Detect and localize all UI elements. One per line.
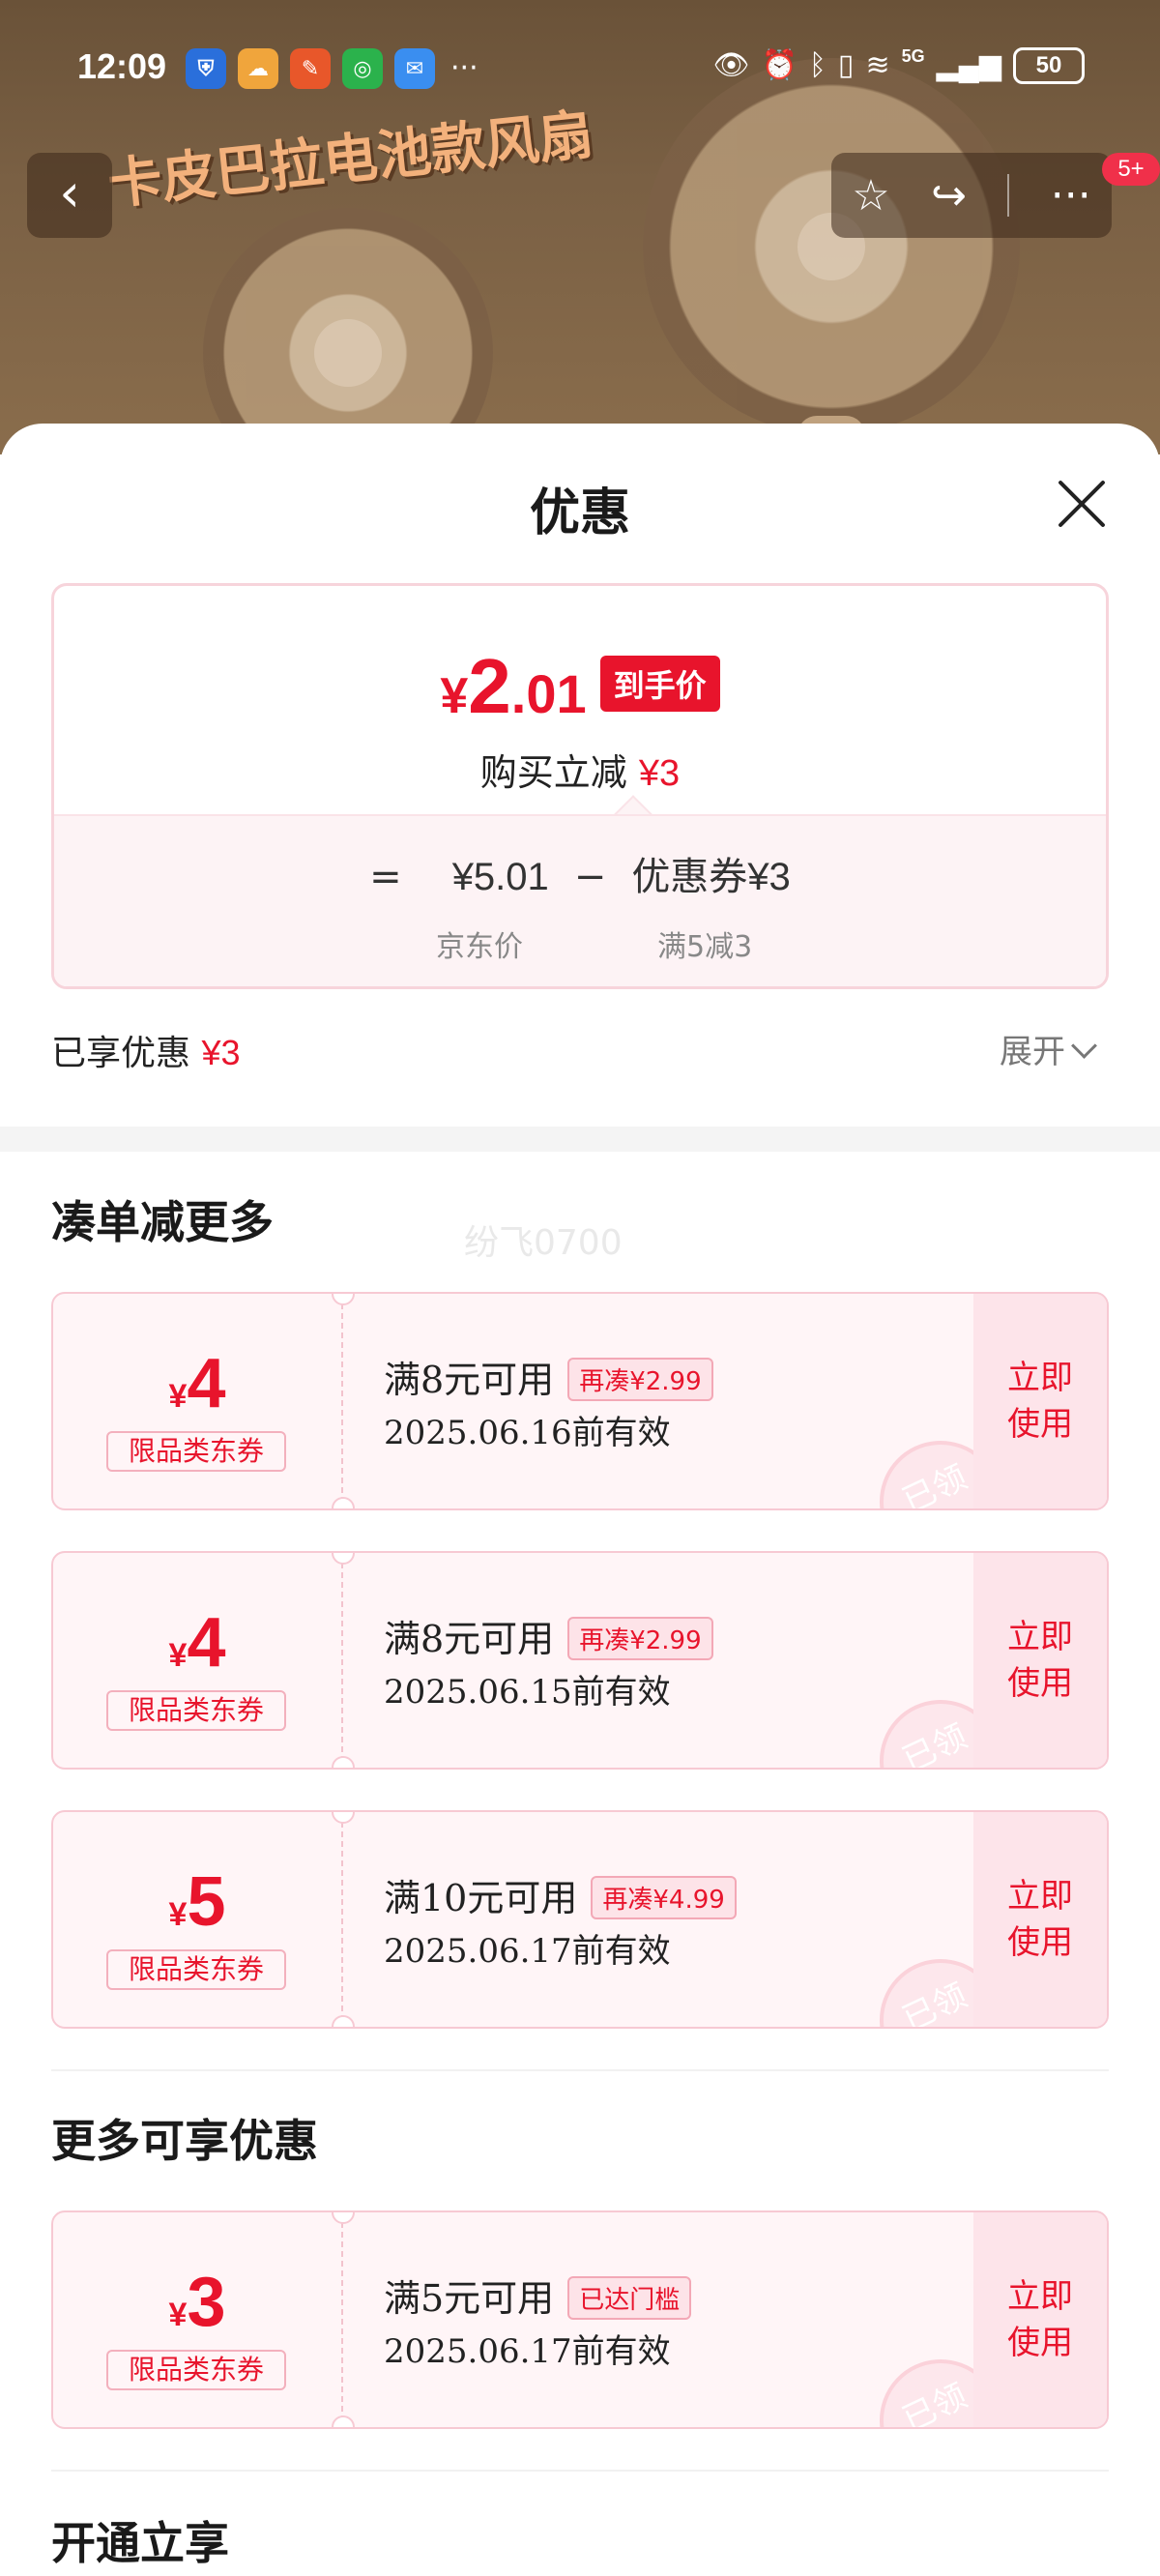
- more-menu-icon[interactable]: ···: [1051, 171, 1091, 220]
- section-title-combine: 凑单减更多: [51, 1196, 274, 1248]
- reader-app-icon: ✎: [290, 48, 331, 89]
- coupon-type: 限品类东券: [106, 1431, 286, 1472]
- use-now-button[interactable]: 立即 使用: [973, 2212, 1107, 2427]
- more-notifications-icon: ···: [450, 51, 478, 85]
- coupon-card: ¥3 限品类东券 满5元可用 已达门槛 2025.06.17前有效 已领 立即 使用: [51, 2210, 1109, 2429]
- section-separator: [0, 1127, 1160, 1152]
- use-now-button[interactable]: 立即 使用: [973, 1553, 1107, 1768]
- alarm-icon: ⏰: [761, 49, 798, 81]
- coupon-condition: 满10元可用 再凑¥4.99: [384, 1868, 737, 1923]
- divider: [51, 2470, 1109, 2472]
- coupon-expiry: 2025.06.17前有效: [384, 2332, 671, 2371]
- eye-icon: 👁: [712, 49, 750, 81]
- status-bar: 12:09 ⛨ ☁ ✎ ◎ ✉ ··· 👁 ⏰ ᛒ ▯ ≋ 5G ▂▄▆ 50: [0, 0, 1160, 89]
- coupon-condition: 满8元可用 再凑¥2.99: [384, 1350, 713, 1405]
- close-icon[interactable]: [1054, 476, 1110, 532]
- coupon-type: 限品类东券: [106, 1690, 286, 1731]
- price-breakdown-card: ¥2.01 到手价 购买立减 ¥3 = ¥5.01− 优惠券¥3 京东价 满5减3: [51, 583, 1109, 989]
- coupon-tag: 再凑¥4.99: [591, 1876, 737, 1919]
- final-price-area: ¥2.01 到手价 购买立减 ¥3: [54, 586, 1106, 814]
- network-type: 5G: [901, 45, 925, 66]
- price-formula: = ¥5.01− 优惠券¥3: [369, 855, 791, 899]
- message-badge: 5+: [1102, 153, 1160, 186]
- chat-app-icon: ✉: [394, 48, 435, 89]
- use-now-button[interactable]: 立即 使用: [973, 1812, 1107, 2027]
- coupon-expiry: 2025.06.15前有效: [384, 1673, 671, 1712]
- base-price: ¥5.01: [451, 856, 549, 898]
- coupon-rule: 满5减3: [657, 930, 753, 964]
- discount-sheet: 优惠 ¥2.01 到手价 购买立减 ¥3 = ¥5.01− 优惠券¥3 京东价 满5减…: [0, 424, 1160, 2576]
- promo-title: 卡皮巴拉电池款风扇: [104, 102, 596, 218]
- final-price: ¥2.01: [440, 643, 587, 729]
- mobile-app-icon: ◎: [342, 48, 383, 89]
- watermark: 纷飞0700: [464, 1223, 623, 1263]
- coupon-card: ¥5 限品类东券 满10元可用 再凑¥4.99 2025.06.17前有效 已领 …: [51, 1810, 1109, 2029]
- coupon-amount: ¥4: [168, 1345, 226, 1422]
- coupon-amount: ¥3: [168, 2264, 226, 2341]
- section-title-more: 更多可享优惠: [51, 2115, 318, 2167]
- section-title-membership: 开通立享: [51, 2517, 229, 2569]
- sheet-title: 优惠: [529, 484, 630, 542]
- product-image-header: 卡皮巴拉电池款风扇 12:09 ⛨ ☁ ✎ ◎ ✉ ··· 👁 ⏰ ᛒ ▯ ≋ …: [0, 0, 1160, 454]
- enjoyed-value: ¥3: [201, 1033, 241, 1072]
- coupon-amount: ¥4: [168, 1604, 226, 1682]
- notification-app-icons: ⛨ ☁ ✎ ◎ ✉ ···: [186, 48, 478, 89]
- coupon-tag: 再凑¥2.99: [567, 1617, 713, 1660]
- divider: [51, 2069, 1109, 2071]
- final-price-row: ¥2.01 到手价: [54, 642, 1106, 731]
- coupon-expiry: 2025.06.16前有效: [384, 1414, 671, 1452]
- header-action-group: ☆ ↪ ···: [831, 153, 1112, 238]
- coupon-label: 优惠券: [631, 855, 748, 899]
- fan-image-left: [203, 208, 493, 454]
- share-icon[interactable]: ↪: [931, 171, 967, 220]
- coupon-type: 限品类东券: [106, 1949, 286, 1990]
- header-divider: [1007, 174, 1010, 217]
- coupon-type: 限品类东券: [106, 2350, 286, 2390]
- chevron-down-icon: [1071, 1033, 1097, 1059]
- use-now-button[interactable]: 立即 使用: [973, 1294, 1107, 1508]
- signal-icon: ▂▄▆: [936, 49, 1001, 81]
- expand-button[interactable]: 展开: [1000, 1025, 1097, 1072]
- wifi-icon: ≋: [865, 49, 890, 81]
- coupon-condition: 满8元可用 再凑¥2.99: [384, 1609, 713, 1664]
- price-formula-area: = ¥5.01− 优惠券¥3 京东价 满5减3: [54, 814, 1106, 986]
- coupon-expiry: 2025.06.17前有效: [384, 1932, 671, 1971]
- bluetooth-icon: ᛒ: [808, 49, 826, 81]
- battery-icon: 50: [1013, 47, 1085, 84]
- coupon-tag: 已达门槛: [567, 2276, 692, 2320]
- base-price-label: 京东价: [436, 930, 523, 964]
- weather-app-icon: ☁: [238, 48, 278, 89]
- favorite-star-icon[interactable]: ☆: [852, 171, 889, 220]
- fan-image-right: [643, 58, 1020, 454]
- coupon-tag: 再凑¥2.99: [567, 1358, 713, 1401]
- coupon-card: ¥4 限品类东券 满8元可用 再凑¥2.99 2025.06.16前有效 已领 立…: [51, 1292, 1109, 1510]
- status-indicators: 👁 ⏰ ᛒ ▯ ≋ 5G ▂▄▆ 50: [712, 44, 1085, 87]
- enjoyed-discount: 已享优惠 ¥3: [51, 1033, 241, 1073]
- coupon-amount: ¥5: [168, 1863, 226, 1941]
- shield-app-icon: ⛨: [186, 48, 226, 89]
- reduce-value: ¥3: [638, 753, 681, 794]
- status-time: 12:09: [77, 46, 167, 86]
- back-button[interactable]: ‹: [27, 153, 112, 238]
- coupon-card: ¥4 限品类东券 满8元可用 再凑¥2.99 2025.06.15前有效 已领 立…: [51, 1551, 1109, 1770]
- vibrate-icon: ▯: [837, 49, 855, 81]
- coupon-condition: 满5元可用 已达门槛: [384, 2269, 692, 2324]
- coupon-value: ¥3: [747, 856, 791, 898]
- final-price-tag: 到手价: [599, 656, 720, 712]
- reduce-line: 购买立减 ¥3: [479, 751, 681, 794]
